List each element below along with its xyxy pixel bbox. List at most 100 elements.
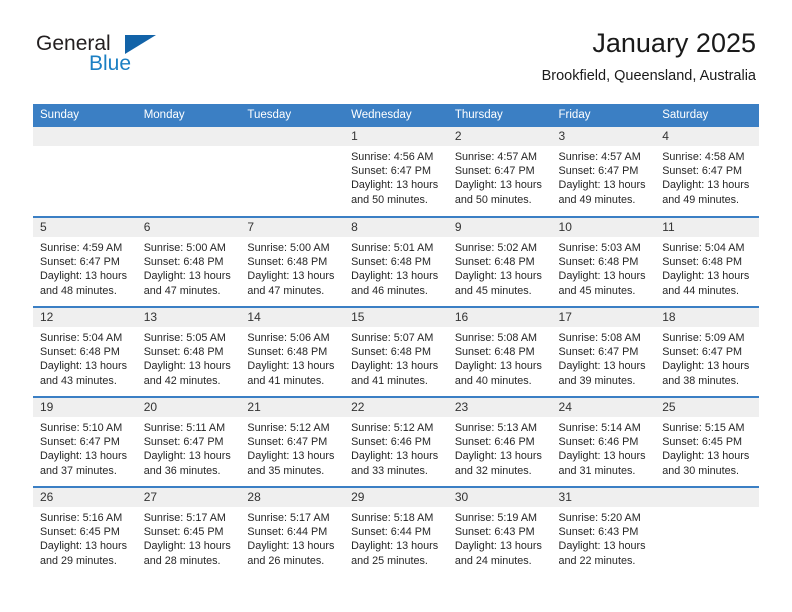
day-detail-line: Sunset: 6:48 PM: [40, 346, 120, 359]
day-detail-line: Sunrise: 5:06 AM: [247, 332, 330, 344]
day-detail-line: Daylight: 13 hours: [247, 450, 335, 463]
day-cell-details: Sunrise: 4:57 AM Sunset: 6:47 PM Daylight:…: [552, 146, 656, 207]
day-cell-inner: 9 Sunrise: 5:02 AM Sunset: 6:48 PM Daylight…: [447, 218, 552, 306]
day-detail-line: Sunset: 6:47 PM: [558, 346, 639, 359]
calendar-week-row: 5 Sunrise: 4:59 AM Sunset: 6:47 PM Daylight…: [33, 216, 759, 307]
day-detail-line: Daylight: 13 hours: [351, 540, 439, 553]
day-number: 30: [447, 488, 552, 507]
calendar-day-cell[interactable]: 20 Sunrise: 5:11 AM Sunset: 6:47 PM Dayligh…: [136, 396, 241, 487]
calendar-day-cell[interactable]: 27 Sunrise: 5:17 AM Sunset: 6:45 PM Dayligh…: [136, 486, 241, 577]
calendar-day-cell[interactable]: 10 Sunrise: 5:03 AM Sunset: 6:48 PM Dayligh…: [551, 216, 656, 307]
calendar-day-cell[interactable]: 16 Sunrise: 5:08 AM Sunset: 6:48 PM Dayligh…: [447, 306, 552, 397]
day-number: 7: [240, 218, 345, 237]
calendar-day-cell[interactable]: 28 Sunrise: 5:17 AM Sunset: 6:44 PM Dayligh…: [240, 486, 345, 577]
calendar-day-cell[interactable]: 30 Sunrise: 5:19 AM Sunset: 6:43 PM Dayligh…: [447, 486, 552, 577]
calendar-day-cell[interactable]: 2 Sunrise: 4:57 AM Sunset: 6:47 PM Daylight…: [447, 127, 552, 217]
day-number: 5: [33, 218, 137, 237]
calendar-day-cell[interactable]: 6 Sunrise: 5:00 AM Sunset: 6:48 PM Daylight…: [136, 216, 241, 307]
day-detail-line: Sunrise: 5:07 AM: [351, 332, 434, 344]
day-detail-line: and 44 minutes.: [662, 284, 740, 297]
day-number: 16: [447, 308, 552, 327]
day-cell-inner: 20 Sunrise: 5:11 AM Sunset: 6:47 PM Dayligh…: [136, 398, 241, 486]
calendar-day-cell[interactable]: 13 Sunrise: 5:05 AM Sunset: 6:48 PM Dayligh…: [136, 306, 241, 397]
calendar-week-row: 19 Sunrise: 5:10 AM Sunset: 6:47 PM Dayligh…: [33, 396, 759, 487]
day-detail-line: Daylight: 13 hours: [40, 450, 128, 463]
day-detail-line: Daylight: 13 hours: [143, 450, 231, 463]
day-detail-line: and 47 minutes.: [247, 284, 325, 297]
day-detail-line: and 25 minutes.: [351, 554, 428, 567]
day-detail-line: and 45 minutes.: [558, 284, 636, 297]
calendar-day-cell[interactable]: 25 Sunrise: 5:15 AM Sunset: 6:45 PM Dayligh…: [655, 396, 759, 487]
day-detail-line: Sunrise: 5:00 AM: [143, 242, 226, 254]
day-detail-line: Sunset: 6:44 PM: [351, 526, 431, 539]
day-detail-line: Sunrise: 5:16 AM: [40, 512, 123, 524]
weekday-header-tuesday: Tuesday: [240, 104, 345, 127]
day-number: 10: [551, 218, 656, 237]
day-detail-line: Sunrise: 5:10 AM: [40, 422, 123, 434]
day-detail-line: Sunset: 6:47 PM: [558, 165, 639, 178]
day-cell-details: Sunrise: 5:14 AM Sunset: 6:46 PM Daylight:…: [552, 417, 656, 478]
general-blue-logo[interactable]: General Blue: [36, 32, 166, 80]
day-detail-line: Daylight: 13 hours: [662, 179, 750, 192]
page-subtitle: Brookfield, Queensland, Australia: [541, 68, 756, 84]
calendar-day-cell[interactable]: 14 Sunrise: 5:06 AM Sunset: 6:48 PM Dayligh…: [240, 306, 345, 397]
day-number: 24: [551, 398, 656, 417]
day-number: 17: [551, 308, 656, 327]
day-detail-line: Sunrise: 5:08 AM: [558, 332, 641, 344]
day-cell-inner: 27 Sunrise: 5:17 AM Sunset: 6:45 PM Dayligh…: [136, 488, 241, 576]
day-cell-inner: 21 Sunrise: 5:12 AM Sunset: 6:47 PM Dayligh…: [240, 398, 345, 486]
day-detail-line: Daylight: 13 hours: [247, 270, 335, 283]
day-detail-line: Sunset: 6:48 PM: [454, 256, 535, 269]
calendar-day-cell[interactable]: 31 Sunrise: 5:20 AM Sunset: 6:43 PM Dayligh…: [551, 486, 656, 577]
day-detail-line: Sunrise: 5:12 AM: [247, 422, 330, 434]
calendar-day-cell[interactable]: 26 Sunrise: 5:16 AM Sunset: 6:45 PM Dayligh…: [33, 486, 137, 577]
day-detail-line: Sunrise: 4:59 AM: [40, 242, 123, 254]
day-detail-line: Daylight: 13 hours: [247, 360, 335, 373]
day-cell-details: Sunrise: 5:18 AM Sunset: 6:44 PM Daylight:…: [344, 507, 448, 568]
calendar-day-cell[interactable]: 4 Sunrise: 4:58 AM Sunset: 6:47 PM Daylight…: [655, 127, 759, 217]
calendar-day-cell[interactable]: 11 Sunrise: 5:04 AM Sunset: 6:48 PM Dayligh…: [655, 216, 759, 307]
calendar-day-cell[interactable]: 19 Sunrise: 5:10 AM Sunset: 6:47 PM Dayligh…: [33, 396, 137, 487]
day-detail-line: Daylight: 13 hours: [662, 360, 750, 373]
calendar-day-cell[interactable]: 18 Sunrise: 5:09 AM Sunset: 6:47 PM Dayligh…: [655, 306, 759, 397]
calendar-day-cell[interactable]: 22 Sunrise: 5:12 AM Sunset: 6:46 PM Dayligh…: [344, 396, 448, 487]
calendar-day-cell[interactable]: 21 Sunrise: 5:12 AM Sunset: 6:47 PM Dayligh…: [240, 396, 345, 487]
day-detail-line: Daylight: 13 hours: [558, 270, 646, 283]
day-number: 21: [240, 398, 345, 417]
calendar-day-cell[interactable]: 9 Sunrise: 5:02 AM Sunset: 6:48 PM Daylight…: [447, 216, 552, 307]
calendar-day-cell[interactable]: 1 Sunrise: 4:56 AM Sunset: 6:47 PM Daylight…: [344, 127, 448, 217]
calendar-day-cell[interactable]: 17 Sunrise: 5:08 AM Sunset: 6:47 PM Dayligh…: [551, 306, 656, 397]
day-number: 18: [655, 308, 759, 327]
day-detail-line: and 29 minutes.: [40, 554, 117, 567]
day-cell-inner: 15 Sunrise: 5:07 AM Sunset: 6:48 PM Dayligh…: [344, 308, 448, 396]
day-number: 14: [240, 308, 345, 327]
day-cell-details: Sunrise: 5:00 AM Sunset: 6:48 PM Daylight:…: [240, 237, 344, 298]
day-detail-line: Sunset: 6:44 PM: [247, 526, 328, 539]
day-number: 29: [344, 488, 448, 507]
day-cell-details: Sunrise: 5:05 AM Sunset: 6:48 PM Daylight:…: [137, 327, 241, 388]
day-number: 25: [655, 398, 759, 417]
day-detail-line: Sunset: 6:47 PM: [351, 165, 431, 178]
day-detail-line: Sunset: 6:48 PM: [247, 346, 328, 359]
day-cell-inner: 11 Sunrise: 5:04 AM Sunset: 6:48 PM Dayligh…: [655, 218, 759, 306]
day-detail-line: and 49 minutes.: [558, 193, 636, 206]
calendar-day-cell[interactable]: 23 Sunrise: 5:13 AM Sunset: 6:46 PM Dayligh…: [447, 396, 552, 487]
calendar-day-cell[interactable]: 5 Sunrise: 4:59 AM Sunset: 6:47 PM Daylight…: [33, 216, 137, 307]
calendar-day-cell[interactable]: 7 Sunrise: 5:00 AM Sunset: 6:48 PM Daylight…: [240, 216, 345, 307]
day-detail-line: and 28 minutes.: [143, 554, 221, 567]
day-detail-line: and 22 minutes.: [558, 554, 636, 567]
calendar-day-cell[interactable]: 29 Sunrise: 5:18 AM Sunset: 6:44 PM Dayligh…: [344, 486, 448, 577]
calendar-day-cell[interactable]: 24 Sunrise: 5:14 AM Sunset: 6:46 PM Dayligh…: [551, 396, 656, 487]
day-detail-line: Sunset: 6:47 PM: [454, 165, 535, 178]
calendar-day-cell[interactable]: 12 Sunrise: 5:04 AM Sunset: 6:48 PM Dayligh…: [33, 306, 137, 397]
calendar-day-cell[interactable]: 3 Sunrise: 4:57 AM Sunset: 6:47 PM Daylight…: [551, 127, 656, 217]
day-detail-line: Sunrise: 4:58 AM: [662, 151, 745, 163]
day-detail-line: Sunset: 6:47 PM: [247, 436, 328, 449]
weekday-header-thursday: Thursday: [447, 104, 552, 127]
calendar-day-cell[interactable]: 15 Sunrise: 5:07 AM Sunset: 6:48 PM Dayligh…: [344, 306, 448, 397]
day-detail-line: Sunrise: 4:57 AM: [454, 151, 538, 163]
day-detail-line: Sunset: 6:45 PM: [662, 436, 743, 449]
day-detail-line: Sunset: 6:48 PM: [558, 256, 639, 269]
calendar-week-row: 26 Sunrise: 5:16 AM Sunset: 6:45 PM Dayligh…: [33, 486, 759, 577]
calendar-day-cell[interactable]: 8 Sunrise: 5:01 AM Sunset: 6:48 PM Daylight…: [344, 216, 448, 307]
